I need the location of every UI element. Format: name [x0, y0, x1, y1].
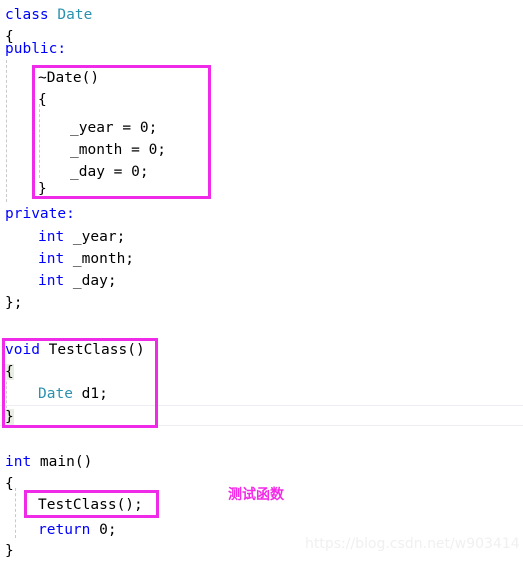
code-token: } — [5, 543, 14, 559]
code-token: private: — [5, 206, 75, 222]
code-token: int — [5, 454, 32, 470]
indent-guide — [6, 60, 7, 202]
watermark-text: https://blog.csdn.net/w903414 — [305, 536, 520, 552]
code-line[interactable]: private: — [5, 203, 75, 225]
code-token: _month = 0; — [70, 142, 167, 158]
code-line[interactable]: int _day; — [38, 270, 117, 292]
code-token: _month; — [64, 251, 135, 267]
code-token: d1; — [72, 386, 108, 402]
annotation-label: 测试函数 — [228, 487, 284, 503]
code-token: void — [5, 342, 40, 358]
code-token: Date — [38, 386, 73, 402]
code-line[interactable]: { — [5, 473, 14, 495]
code-token: ~Date() — [38, 70, 100, 86]
code-line[interactable]: _month = 0; — [70, 139, 166, 161]
code-line[interactable]: return 0; — [38, 519, 117, 541]
code-token: } — [38, 181, 47, 197]
code-line[interactable]: }; — [5, 292, 22, 314]
code-token: main() — [31, 454, 93, 470]
code-line[interactable]: } — [5, 406, 14, 428]
code-line[interactable]: class Date — [5, 4, 92, 26]
code-token: _day; — [64, 273, 117, 289]
code-token: Date — [57, 7, 93, 23]
code-token: int — [38, 251, 65, 267]
code-line[interactable]: public: — [5, 38, 66, 60]
code-token: int — [38, 229, 65, 245]
code-line[interactable]: TestClass(); — [38, 494, 143, 516]
code-token: 0; — [90, 522, 117, 538]
code-token: return — [38, 522, 91, 538]
code-token: TestClass(); — [38, 497, 143, 513]
code-line[interactable]: int main() — [5, 451, 92, 473]
code-line[interactable]: int _year; — [38, 226, 125, 248]
code-line[interactable]: } — [38, 178, 47, 200]
code-line[interactable]: { — [38, 89, 47, 111]
code-line[interactable]: _year = 0; — [70, 117, 157, 139]
code-editor-canvas[interactable]: class Date { public: ~Date() { _year = 0… — [0, 0, 523, 566]
separator-rule — [0, 405, 523, 406]
code-token-brace: { — [5, 364, 14, 380]
code-line[interactable]: ~Date() — [38, 67, 99, 89]
code-line[interactable]: Date d1; — [38, 383, 108, 405]
code-token: _year = 0; — [70, 120, 158, 136]
code-line[interactable]: void TestClass() — [5, 339, 145, 361]
code-token: }; — [5, 295, 23, 311]
code-line[interactable]: } — [5, 540, 14, 562]
code-token: int — [38, 273, 65, 289]
code-token: { — [38, 92, 47, 108]
code-token: _year; — [64, 229, 126, 245]
code-token: public: — [5, 41, 67, 57]
code-line[interactable]: _day = 0; — [70, 161, 149, 183]
indent-guide — [15, 488, 16, 538]
code-token: _day = 0; — [70, 164, 149, 180]
code-token: TestClass() — [39, 342, 145, 358]
code-token-brace: } — [5, 409, 14, 425]
code-token: class — [5, 7, 49, 23]
code-line[interactable]: { — [5, 361, 14, 383]
code-token: { — [5, 476, 14, 492]
code-line[interactable]: int _month; — [38, 248, 134, 270]
separator-rule — [0, 425, 523, 426]
indent-guide — [39, 104, 40, 178]
